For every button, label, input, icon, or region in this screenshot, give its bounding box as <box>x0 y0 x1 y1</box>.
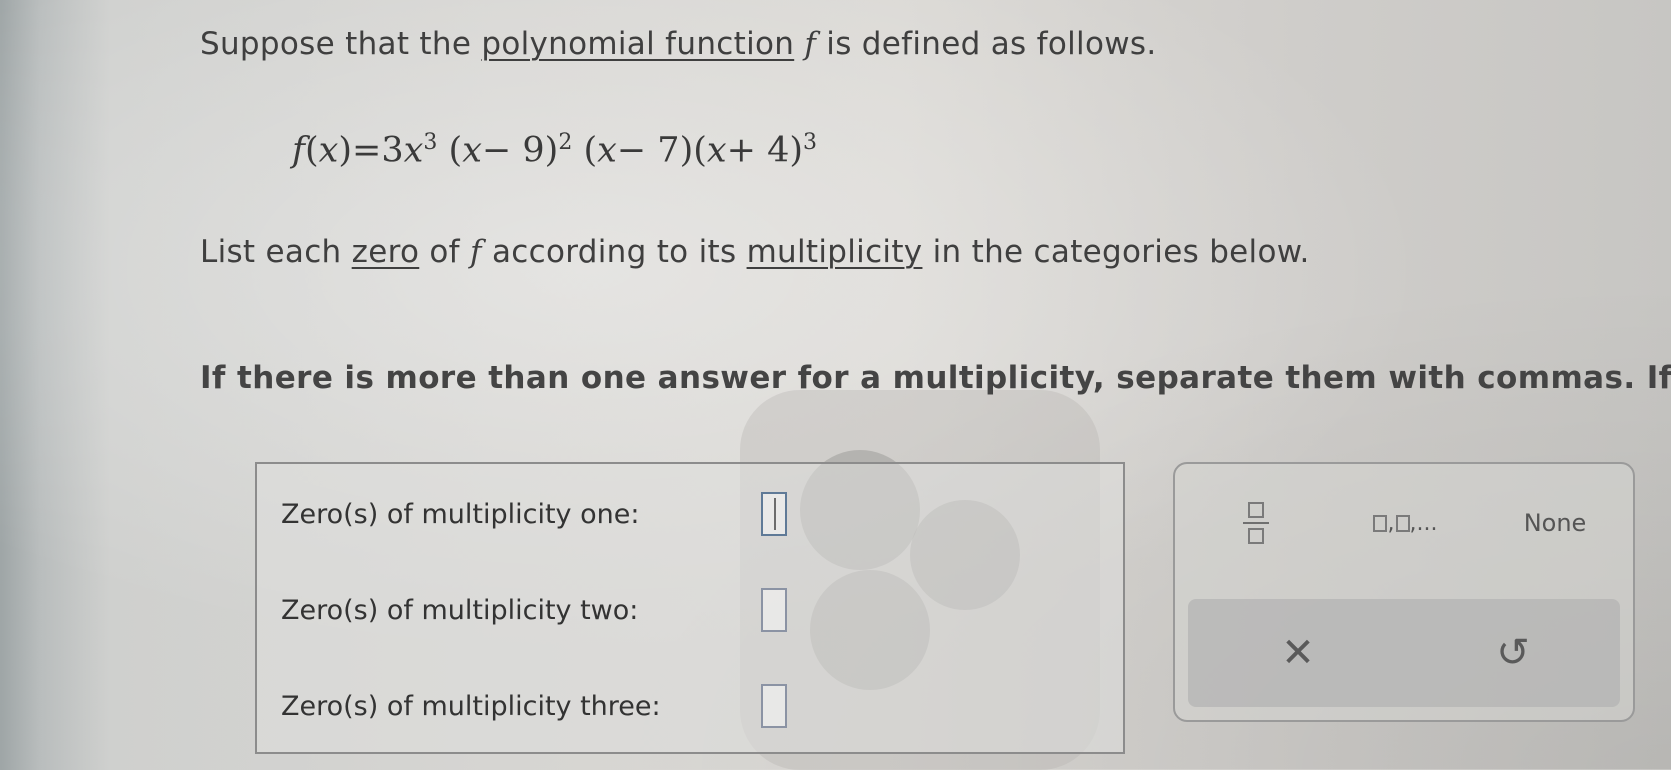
multiplicity-link[interactable]: multiplicity <box>747 234 923 270</box>
eq-f: f <box>292 130 305 171</box>
multiplicity-one-input[interactable] <box>761 492 787 536</box>
text-caret <box>774 498 776 530</box>
answer-label: Zero(s) of multiplicity three: <box>281 690 661 722</box>
eq-paren: ( <box>583 130 598 171</box>
answer-panel: Zero(s) of multiplicity one: Zero(s) of … <box>255 462 1125 754</box>
eq-paren: ) <box>338 130 353 171</box>
instruction-text: according to its <box>481 234 747 270</box>
eq-x: x <box>318 130 339 171</box>
eq-equals-coefficient: =3 <box>352 130 404 171</box>
problem-note: If there is more than one answer for a m… <box>200 360 1671 396</box>
eq-x: x <box>462 130 482 171</box>
undo-button[interactable]: ↺ <box>1443 619 1583 687</box>
fraction-button[interactable] <box>1211 488 1301 558</box>
instruction-text-end: in the categories below. <box>922 234 1310 270</box>
eq-exponent: 3 <box>423 130 438 155</box>
fraction-bar-icon <box>1243 522 1269 524</box>
eq-factor: − 9) <box>481 130 559 171</box>
polynomial-function-link[interactable]: polynomial function <box>481 26 794 62</box>
list-box-icon <box>1372 514 1387 532</box>
list-separator: , <box>1387 510 1395 536</box>
fraction-denominator-icon <box>1248 528 1264 544</box>
multiplicity-two-input[interactable] <box>761 588 787 632</box>
answer-row-multiplicity-one: Zero(s) of multiplicity one: <box>281 492 787 536</box>
instruction-text: of <box>419 234 471 270</box>
function-variable: f <box>470 234 482 270</box>
eq-paren: ( <box>448 130 463 171</box>
list-box-icon <box>1395 514 1410 532</box>
eq-x: x <box>597 130 617 171</box>
answer-label: Zero(s) of multiplicity one: <box>281 498 640 530</box>
problem-intro: Suppose that the polynomial function f i… <box>200 26 1156 62</box>
eq-exponent: 3 <box>803 130 818 155</box>
list-button[interactable]: ,,... <box>1335 494 1475 552</box>
eq-factor: + 4) <box>726 130 804 171</box>
keypad-action-bar: ✕ ↺ <box>1188 599 1620 707</box>
problem-instruction: List each zero of f according to its mul… <box>200 234 1310 270</box>
answer-row-multiplicity-three: Zero(s) of multiplicity three: <box>281 684 787 728</box>
instruction-text: List each <box>200 234 352 270</box>
none-button[interactable]: None <box>1495 494 1615 552</box>
clear-button[interactable]: ✕ <box>1228 619 1368 687</box>
function-variable: f <box>804 26 817 62</box>
undo-icon: ↺ <box>1496 630 1530 676</box>
math-keypad: ,,... None ✕ ↺ <box>1173 462 1635 722</box>
multiplicity-three-input[interactable] <box>761 684 787 728</box>
list-ellipsis: ,... <box>1409 510 1438 536</box>
answer-label: Zero(s) of multiplicity two: <box>281 594 639 626</box>
eq-x: x <box>706 130 727 171</box>
intro-text: Suppose that the <box>200 26 482 62</box>
eq-paren: ( <box>304 130 319 171</box>
fraction-numerator-icon <box>1248 502 1264 518</box>
zero-link[interactable]: zero <box>352 234 420 270</box>
answer-row-multiplicity-two: Zero(s) of multiplicity two: <box>281 588 787 632</box>
eq-exponent: 2 <box>558 130 573 155</box>
close-icon: ✕ <box>1281 630 1315 676</box>
intro-text-end: is defined as follows. <box>816 26 1157 62</box>
eq-x: x <box>403 130 424 171</box>
eq-paren: ( <box>693 130 707 171</box>
eq-factor: − 7) <box>616 130 694 171</box>
polynomial-equation: f(x)=3x3 (x− 9)2 (x− 7)(x+ 4)3 <box>292 130 817 171</box>
